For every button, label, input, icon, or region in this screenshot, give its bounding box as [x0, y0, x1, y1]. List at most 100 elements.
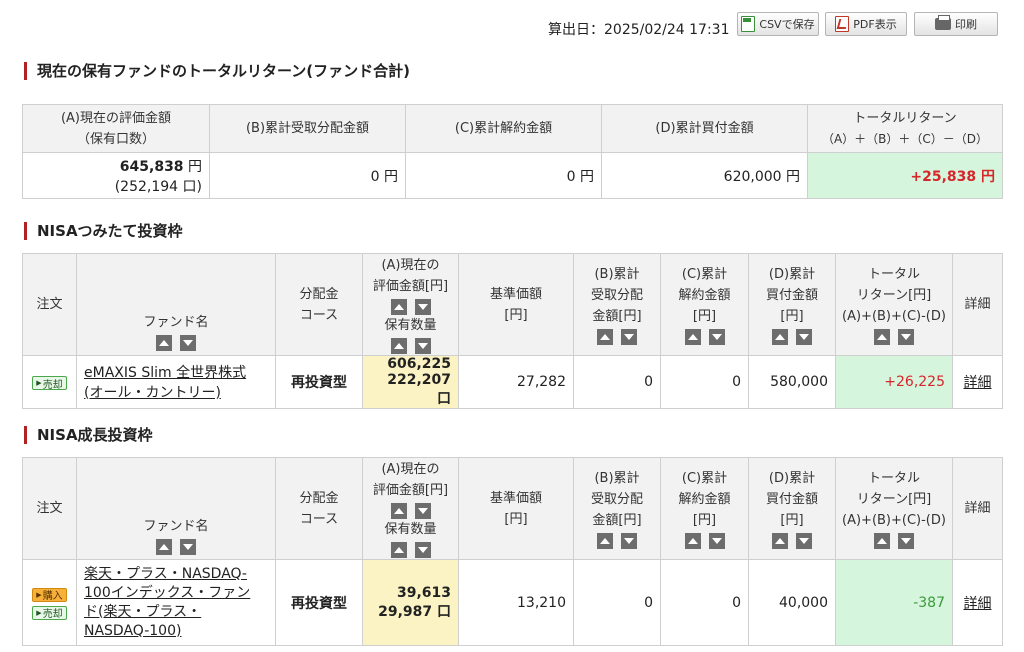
col-course-line2: コース — [299, 307, 339, 323]
summary-col-b: (B)累計受取分配金額 — [209, 104, 406, 153]
sort-desc-button[interactable] — [414, 338, 431, 354]
sort-asc-icon — [775, 334, 785, 340]
sort-desc-button[interactable] — [414, 299, 431, 315]
col-course: 分配金 コース — [275, 457, 363, 560]
sell-button[interactable]: ▶ 売却 — [32, 376, 67, 391]
redemption-value: 0 — [660, 559, 749, 646]
pdf-icon — [835, 16, 850, 32]
sort-desc-button[interactable] — [708, 533, 725, 549]
sort-asc-button[interactable] — [772, 329, 788, 345]
sort-asc-button[interactable] — [597, 533, 613, 549]
col-redemption: (C)累計 解約金額 [円] — [660, 457, 749, 560]
course-value: 再投資型 — [275, 355, 363, 409]
total-return-sort-controls — [837, 329, 951, 345]
purchase-sort-controls — [750, 533, 834, 549]
sort-desc-button[interactable] — [796, 329, 812, 345]
sort-asc-button[interactable] — [684, 329, 701, 345]
sort-desc-button[interactable] — [180, 539, 196, 555]
col-fund-name: ファンド名 — [76, 253, 276, 356]
sort-desc-button[interactable] — [414, 542, 431, 558]
col-valuation: (A)現在の 評価金額[円] 保有数量 — [362, 253, 459, 356]
sort-asc-icon — [393, 508, 404, 514]
fund-sort-controls — [78, 539, 274, 555]
sort-asc-button[interactable] — [772, 533, 788, 549]
fund-name-link[interactable]: eMAXIS Slim 全世界株式 (オール・カントリー) — [84, 365, 246, 401]
sell-button[interactable]: ▶ 売却 — [32, 605, 67, 620]
sort-asc-button[interactable] — [874, 533, 890, 549]
col-valuation-line2: 評価金額[円] — [372, 483, 449, 498]
sort-asc-button[interactable] — [390, 338, 407, 354]
col-total-return-line1: トータル — [867, 267, 920, 282]
valuation-cell: 39,613 29,987 口 — [362, 559, 459, 646]
redemption-value: 0 — [660, 355, 749, 409]
detail-link[interactable]: 詳細 — [964, 375, 992, 391]
sort-asc-button[interactable] — [390, 503, 407, 519]
csv-save-button[interactable]: CSVで保存 — [737, 12, 819, 36]
sort-desc-button[interactable] — [708, 329, 725, 345]
col-order: 注文 — [22, 253, 77, 356]
sort-desc-icon — [624, 538, 634, 544]
sort-desc-icon — [417, 508, 428, 514]
fund-name-cell: 楽天・プラス・NASDAQ- 100インデックス・ファン ド(楽天・プラス・ N… — [76, 559, 276, 646]
fund-name-line2: 100インデックス・ファン — [84, 584, 251, 601]
col-redemption-line3: [円] — [692, 309, 717, 324]
valuation-value: 606,225 — [387, 356, 451, 372]
sort-asc-button[interactable] — [156, 335, 172, 351]
sort-asc-button[interactable] — [684, 533, 701, 549]
distribution-sort-controls — [575, 533, 659, 549]
play-arrow-icon: ▶ — [36, 379, 42, 387]
sort-desc-button[interactable] — [414, 503, 431, 519]
redemption-sort-controls — [662, 533, 747, 549]
sort-desc-button[interactable] — [621, 533, 637, 549]
col-course: 分配金 コース — [275, 253, 363, 356]
quantity-value: 222,207 口 — [387, 372, 451, 407]
nisa-seicho-table: 注文 ファンド名 分配金 コース (A)現在の 評価金額[円] 保有数量 基準価… — [22, 457, 1003, 646]
sort-asc-button[interactable] — [156, 539, 172, 555]
quantity-sort-controls — [364, 542, 457, 558]
fund-name-link[interactable]: 楽天・プラス・NASDAQ- 100インデックス・ファン ド(楽天・プラス・ N… — [84, 566, 250, 639]
col-purchase-line3: [円] — [780, 513, 804, 528]
detail-link[interactable]: 詳細 — [964, 596, 992, 612]
total-return-sort-controls — [837, 533, 951, 549]
print-label: 印刷 — [955, 18, 977, 31]
sort-desc-icon — [901, 538, 911, 544]
valuation-value: 39,613 — [396, 584, 451, 601]
pdf-view-button[interactable]: PDF表示 — [825, 12, 907, 36]
col-course-line2: コース — [299, 511, 339, 527]
sort-desc-button[interactable] — [898, 533, 914, 549]
col-fund-name-label: ファンド名 — [143, 315, 209, 330]
sort-desc-button[interactable] — [796, 533, 812, 549]
col-valuation: (A)現在の 評価金額[円] 保有数量 — [362, 457, 459, 560]
valuation-sort-controls — [364, 503, 457, 519]
sort-desc-icon — [711, 538, 722, 544]
order-cell: ▶ 売却 — [22, 355, 77, 409]
sort-asc-button[interactable] — [390, 299, 407, 315]
sort-asc-button[interactable] — [874, 329, 890, 345]
summary-valuation: 645,838 円 — [30, 156, 202, 176]
print-button[interactable]: 印刷 — [914, 12, 998, 36]
summary-valuation-amount: 645,838 — [119, 158, 184, 175]
summary-col-a-line2: （保有口数） — [76, 131, 155, 147]
sort-desc-button[interactable] — [621, 329, 637, 345]
sort-asc-button[interactable] — [597, 329, 613, 345]
col-total-return-line3: (A)+(B)+(C)-(D) — [842, 309, 946, 324]
play-arrow-icon: ▶ — [36, 608, 42, 617]
col-purchase-line1: (D)累計 — [768, 267, 816, 282]
col-purchase-line2: 買付金額 — [765, 492, 818, 507]
sort-asc-button[interactable] — [390, 542, 407, 558]
col-nav: 基準価額 [円] — [458, 253, 574, 356]
calc-date: 算出日：2025/02/24 17:31 — [548, 22, 730, 38]
summary-header-row: (A)現在の評価金額 （保有口数） (B)累計受取分配金額 (C)累計解約金額 … — [22, 104, 1003, 153]
col-quantity-label: 保有数量 — [384, 522, 437, 537]
col-fund-name-label: ファンド名 — [143, 519, 209, 534]
buy-button[interactable]: ▶ 購入 — [32, 587, 67, 602]
nisa-tsumitate-title: NISAつみたて投資枠 — [24, 222, 183, 240]
sort-desc-icon — [183, 544, 193, 550]
sort-desc-button[interactable] — [180, 335, 196, 351]
col-nav: 基準価額 [円] — [458, 457, 574, 560]
col-course-line1: 分配金 — [299, 490, 339, 506]
nav-value: 27,282 — [458, 355, 574, 409]
sort-asc-icon — [877, 334, 887, 340]
sort-desc-button[interactable] — [898, 329, 914, 345]
total-return-value: -387 — [835, 559, 953, 646]
